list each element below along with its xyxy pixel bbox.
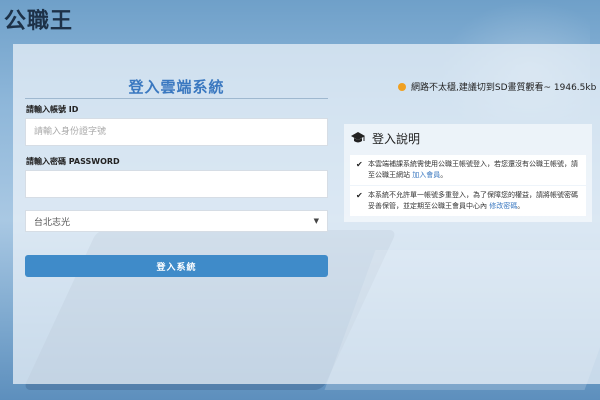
info-item-suffix: 。 — [440, 171, 448, 179]
check-icon: ✔ — [356, 160, 363, 169]
info-item-suffix: 。 — [517, 202, 525, 210]
password-label: 請輸入密碼 PASSWORD — [26, 157, 120, 166]
network-status-text: 網路不太穩,建議切到SD畫質觀看~ 1946.5kb — [411, 83, 597, 93]
info-item: ✔ 本雲端補課系統需使用公職王帳號登入，若您還沒有公職王帳號，請至公職王網站 加… — [350, 155, 586, 185]
info-header: 登入說明 — [344, 124, 592, 152]
info-item-text: 本系統不允許單一帳號多重登入，為了保障您的權益，請將帳號密碼妥善保管，並定期至公… — [368, 191, 578, 210]
caret-down-icon: ▼ — [313, 217, 319, 225]
network-status: 網路不太穩,建議切到SD畫質觀看~ 1946.5kb — [398, 80, 596, 93]
info-item-text: 本雲端補課系統需使用公職王帳號登入，若您還沒有公職王帳號，請至公職王網站 — [368, 160, 578, 179]
title-divider — [25, 98, 328, 99]
info-item: ✔ 本系統不允許單一帳號多重登入，為了保障您的權益，請將帳號密碼妥善保管，並定期… — [350, 186, 586, 216]
id-input[interactable] — [25, 118, 328, 146]
brand-logo[interactable]: 公職王 — [4, 6, 74, 34]
info-title: 登入說明 — [372, 131, 421, 146]
status-dot-icon — [398, 82, 406, 91]
id-label: 請輸入帳號 ID — [26, 105, 79, 114]
password-input[interactable] — [25, 170, 328, 198]
login-button[interactable]: 登入系統 — [25, 255, 328, 277]
check-icon: ✔ — [356, 191, 363, 200]
login-info-box: 登入說明 ✔ 本雲端補課系統需使用公職王帳號登入，若您還沒有公職王帳號，請至公職… — [344, 124, 592, 222]
location-select-value: 台北志光 — [34, 217, 71, 228]
graduation-cap-icon — [351, 132, 365, 143]
logo-text: 公職王 — [4, 8, 74, 34]
join-member-link[interactable]: 加入會員 — [412, 171, 440, 179]
location-select[interactable]: 台北志光 ▼ — [25, 210, 328, 232]
login-title: 登入雲端系統 — [128, 78, 225, 96]
change-password-link[interactable]: 修改密碼 — [489, 202, 517, 210]
